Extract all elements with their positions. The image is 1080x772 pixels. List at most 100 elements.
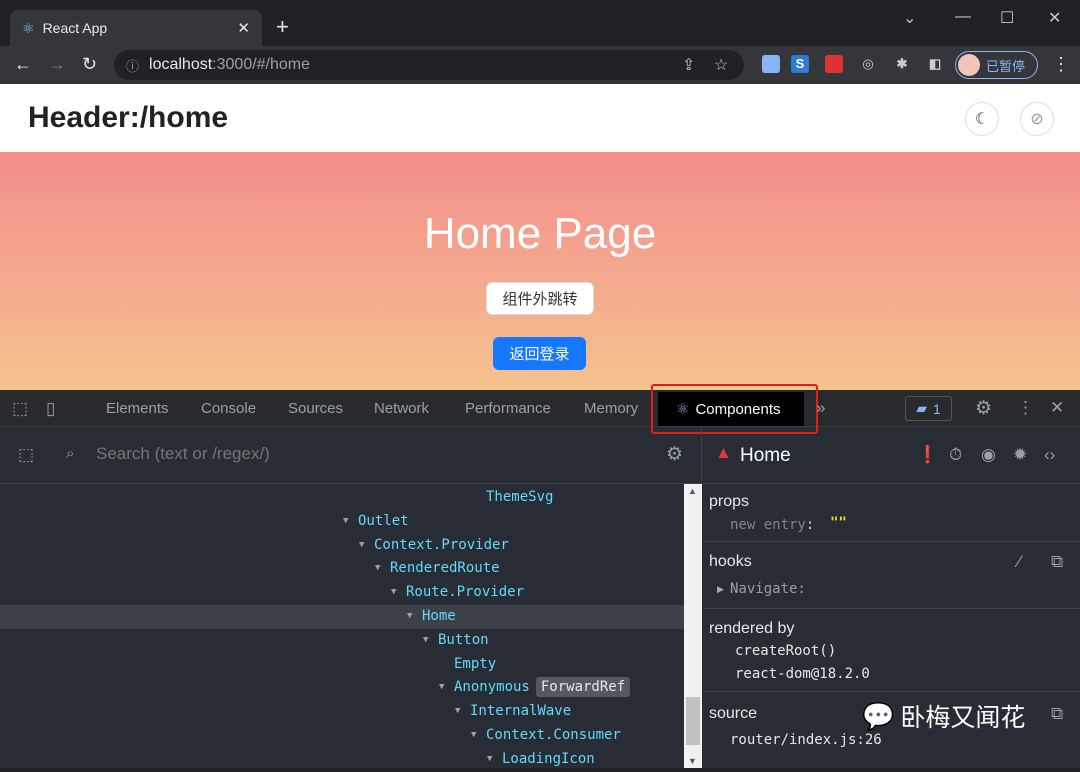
expand-arrow-icon[interactable]: ▼ <box>343 516 348 526</box>
close-window-button[interactable]: ✕ <box>1048 8 1061 28</box>
prop-value[interactable]: "" <box>830 515 847 531</box>
wechat-icon: 💬 <box>862 700 895 731</box>
message-icon: ▰ <box>916 400 927 416</box>
tab-search-icon[interactable]: ⌄ <box>903 8 916 28</box>
expand-arrow-icon[interactable]: ▼ <box>407 611 412 621</box>
node-name: Anonymous ForwardRef <box>454 677 631 698</box>
forwardref-badge: ForwardRef <box>535 677 631 698</box>
back-to-login-button[interactable]: 返回登录 <box>493 337 586 370</box>
new-tab-button[interactable]: + <box>276 14 289 40</box>
copy-icon[interactable]: ⧉ <box>1051 704 1063 724</box>
expand-arrow-icon[interactable]: ▼ <box>455 706 460 716</box>
tree-node[interactable]: ▼ Button <box>0 629 684 653</box>
bug-icon[interactable]: ✹ <box>1013 445 1027 465</box>
settings-gear-icon[interactable]: ⚙ <box>666 443 683 466</box>
tree-node[interactable]: ▼ Outlet <box>0 510 684 534</box>
avatar <box>958 54 980 76</box>
tree-node[interactable]: ▼ InternalWave <box>0 700 684 724</box>
back-icon[interactable]: ← <box>14 54 32 75</box>
expand-arrow-icon[interactable]: ▼ <box>391 587 396 597</box>
tree-node[interactable]: Empty <box>0 653 684 677</box>
page-title: Header:/home <box>28 101 229 134</box>
search-icon: ⌕ <box>66 445 75 462</box>
app-header: Header:/home ☾ ⊘ <box>0 84 1080 152</box>
node-name: Route.Provider <box>406 584 525 601</box>
inspect-element-icon[interactable]: ⬚ <box>12 399 28 419</box>
component-tree-panel: ⬚ ⌕ ⚙ ThemeSvg ▼ Outlet ▼ Context.Provider ▼ R… <box>0 427 702 768</box>
search-input[interactable] <box>96 444 636 464</box>
tab-console[interactable]: Console <box>201 400 256 417</box>
tab-network[interactable]: Network <box>374 400 429 417</box>
tree-node[interactable]: ▼ RenderedRoute <box>0 557 684 581</box>
magic-wand-icon[interactable]: ⁄ <box>1018 552 1021 572</box>
tab-sources[interactable]: Sources <box>288 400 343 417</box>
node-name: Empty <box>454 655 497 672</box>
scrollbar-thumb[interactable] <box>686 697 700 745</box>
expand-arrow-icon[interactable]: ▼ <box>439 682 444 692</box>
profile-button[interactable]: 已暂停 <box>955 51 1038 79</box>
browser-tab[interactable]: ⚛ React App ✕ <box>10 10 262 46</box>
node-name: LoadingIcon <box>502 750 595 767</box>
select-component-icon[interactable]: ⬚ <box>18 445 34 465</box>
red-extension-icon[interactable] <box>825 55 843 73</box>
expand-arrow-icon[interactable]: ▼ <box>487 754 492 764</box>
eyedropper-extension-icon[interactable] <box>762 55 780 73</box>
device-toolbar-icon[interactable]: ▯ <box>46 399 55 419</box>
tree-node[interactable]: ▼ LoadingIcon <box>0 748 684 772</box>
rendered-by-section: rendered by createRoot() react-dom@18.2.… <box>703 609 1080 692</box>
dark-mode-moon-icon[interactable]: ☾ <box>965 102 999 136</box>
expand-arrow-icon[interactable]: ▼ <box>375 563 380 573</box>
minimize-button[interactable]: — <box>955 8 971 26</box>
close-tab-icon[interactable]: ✕ <box>237 19 250 37</box>
reload-icon[interactable]: ↻ <box>82 54 97 75</box>
expand-arrow-icon[interactable]: ▼ <box>471 730 476 740</box>
outside-navigate-button[interactable]: 组件外跳转 <box>486 282 594 315</box>
close-devtools-icon[interactable]: ✕ <box>1050 398 1064 418</box>
tree-node[interactable]: ▼ Anonymous ForwardRef <box>0 676 684 700</box>
more-tabs-icon[interactable]: » <box>816 398 825 418</box>
more-options-icon[interactable]: ⋮ <box>1017 398 1034 418</box>
copy-icon[interactable]: ⧉ <box>1051 552 1063 572</box>
hooks-section: hooks ⁄ ⧉ ▶ Navigate: <box>703 542 1080 609</box>
tab-performance[interactable]: Performance <box>465 400 551 417</box>
suspend-icon[interactable]: ❗ <box>917 445 938 465</box>
tree-node[interactable]: ▼ Home <box>0 605 684 629</box>
source-location[interactable]: router/index.js:26 <box>730 732 882 748</box>
node-name: InternalWave <box>470 703 572 720</box>
s-extension-icon[interactable]: S <box>791 55 809 73</box>
tab-title: React App <box>42 20 108 36</box>
view-source-icon[interactable]: ‹› <box>1044 445 1055 465</box>
node-name: ThemeSvg <box>486 489 554 505</box>
address-bar[interactable]: ⓘ localhost:3000/#/home ⇪ ☆ <box>114 50 744 80</box>
info-icon: ⓘ <box>126 58 140 74</box>
devtools-tab-bar: ⬚ ▯ Elements Console Sources Network Per… <box>0 384 1080 434</box>
expand-arrow-icon[interactable]: ▼ <box>359 540 364 550</box>
forward-icon[interactable]: → <box>48 54 66 75</box>
node-name: Home <box>422 608 456 624</box>
messages-badge[interactable]: ▰ 1 <box>905 396 952 421</box>
target-extension-icon[interactable]: ◎ <box>859 55 877 73</box>
tree-node[interactable]: ▼ Context.Provider <box>0 534 684 558</box>
hook-navigate[interactable]: Navigate: <box>730 581 806 597</box>
side-panel-icon[interactable]: ◧ <box>926 55 944 73</box>
node-name: Outlet <box>358 512 409 529</box>
timer-icon[interactable]: ⏱ <box>949 445 962 465</box>
tree-node[interactable]: ▼ Context.Consumer <box>0 724 684 748</box>
expand-arrow-icon[interactable]: ▶ <box>717 584 724 595</box>
tab-memory[interactable]: Memory <box>584 400 638 417</box>
extensions-puzzle-icon[interactable]: ✱ <box>893 55 911 73</box>
expand-arrow-icon[interactable]: ▼ <box>423 635 428 645</box>
tree-node[interactable]: ThemeSvg <box>0 486 684 510</box>
maximize-button[interactable]: ☐ <box>1000 8 1014 28</box>
node-name: Context.Provider <box>374 536 509 553</box>
menu-icon[interactable]: ⋮ <box>1052 54 1070 75</box>
eye-icon[interactable]: ◉ <box>981 445 996 465</box>
tree-node[interactable]: ▼ Route.Provider <box>0 581 684 605</box>
rendered-by-item: createRoot() <box>735 643 837 659</box>
share-icon[interactable]: ⇪ <box>682 55 695 75</box>
tab-elements[interactable]: Elements <box>106 400 169 417</box>
bookmark-star-icon[interactable]: ☆ <box>714 55 728 75</box>
theme-toggle-icon[interactable]: ⊘ <box>1020 102 1054 136</box>
settings-gear-icon[interactable]: ⚙ <box>975 397 992 420</box>
rendered-by-item: react-dom@18.2.0 <box>735 666 870 682</box>
